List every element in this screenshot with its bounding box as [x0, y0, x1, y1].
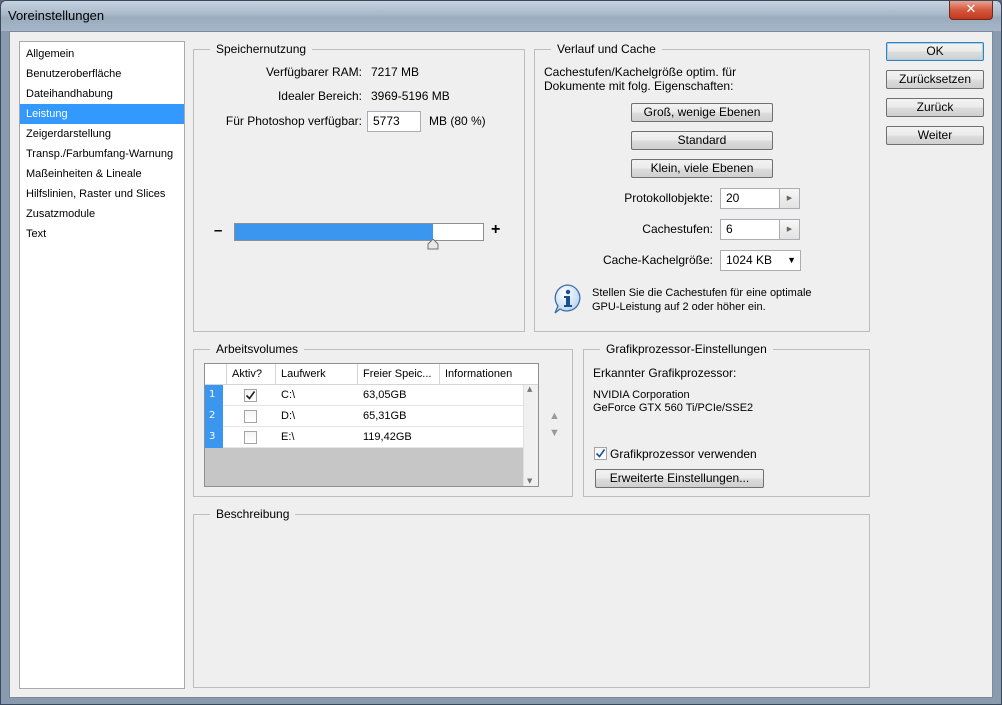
row-number: 1 — [205, 385, 223, 406]
tile-size-label: Cache-Kachelgröße: — [602, 253, 713, 267]
header-index — [205, 364, 227, 385]
close-icon: ✕ — [965, 2, 977, 17]
table-row[interactable]: 1 C:\ 63,05GB — [205, 385, 523, 406]
drive-cell: C:\ — [281, 389, 296, 401]
info-icon — [554, 284, 581, 314]
available-ram-value: 7217 MB — [371, 65, 420, 79]
nav-item-zusatzmodule[interactable]: Zusatzmodule — [20, 204, 184, 224]
free-space-cell: 63,05GB — [363, 389, 407, 401]
ideal-range-label: Idealer Bereich: — [277, 89, 362, 103]
increase-memory-icon[interactable]: + — [491, 221, 500, 239]
nav-item-leistung[interactable]: Leistung — [20, 104, 184, 124]
memory-slider-thumb[interactable] — [427, 239, 439, 250]
gpu-settings-group: Grafikprozessor-Einstellungen Erkannter … — [583, 342, 870, 497]
description-title: Beschreibung — [210, 507, 296, 521]
ideal-range-value: 3969-5196 MB — [371, 89, 450, 103]
drive-cell: E:\ — [281, 431, 295, 443]
cache-description-line1: Cachestufen/Kachelgröße optim. für — [544, 65, 737, 79]
drive-cell: D:\ — [281, 410, 296, 422]
nav-item-benutzeroberflaeche[interactable]: Benutzeroberfläche — [20, 64, 184, 84]
dialog-client-area: Allgemein Benutzeroberfläche Dateihandha… — [9, 31, 993, 698]
title-bar[interactable]: Voreinstellungen ✕ — [1, 1, 1001, 31]
photoshop-memory-input[interactable]: 5773 — [367, 111, 421, 132]
small-many-layers-button[interactable]: Klein, viele Ebenen — [631, 159, 773, 178]
history-states-spinner[interactable]: ▶ — [780, 188, 800, 209]
dropdown-arrow-icon: ▼ — [787, 255, 796, 265]
gpu-info-line2: GPU-Leistung auf 2 oder höher ein. — [592, 301, 766, 313]
memory-slider-track[interactable] — [234, 223, 484, 241]
scratch-disks-group: Arbeitsvolumes Aktiv? Laufwerk Freier Sp… — [193, 342, 573, 497]
chevron-right-icon: ▶ — [786, 225, 793, 233]
row-number: 3 — [205, 427, 223, 448]
use-gpu-checkbox[interactable] — [594, 447, 607, 460]
category-list: Allgemein Benutzeroberfläche Dateihandha… — [19, 41, 185, 689]
nav-item-dateihandhabung[interactable]: Dateihandhabung — [20, 84, 184, 104]
row-number: 2 — [205, 406, 223, 427]
preferences-window: Voreinstellungen ✕ Allgemein Benutzerobe… — [0, 0, 1002, 705]
chevron-right-icon: ▶ — [786, 194, 793, 202]
tile-size-select[interactable]: 1024 KB ▼ — [720, 250, 801, 271]
nav-item-text[interactable]: Text — [20, 224, 184, 244]
cache-description-line2: Dokumente mit folg. Eigenschaften: — [544, 79, 734, 93]
table-header: Aktiv? Laufwerk Freier Speic... Informat… — [205, 364, 538, 385]
active-checkbox[interactable] — [244, 431, 257, 444]
available-ram-label: Verfügbarer RAM: — [265, 65, 362, 79]
default-cache-button[interactable]: Standard — [631, 131, 773, 150]
scroll-up-icon[interactable]: ▲ — [527, 385, 532, 393]
header-information[interactable]: Informationen — [440, 364, 538, 385]
cache-levels-label: Cachestufen: — [642, 222, 713, 236]
cache-levels-spinner[interactable]: ▶ — [780, 219, 800, 240]
header-free-space[interactable]: Freier Speic... — [358, 364, 440, 385]
checkmark-icon — [595, 449, 606, 458]
header-drive[interactable]: Laufwerk — [276, 364, 358, 385]
gpu-vendor: NVIDIA Corporation — [593, 389, 690, 401]
history-states-label: Protokollobjekte: — [624, 191, 713, 205]
nav-item-transparenz[interactable]: Transp./Farbumfang-Warnung — [20, 144, 184, 164]
nav-item-allgemein[interactable]: Allgemein — [20, 44, 184, 64]
nav-item-hilfslinien[interactable]: Hilfslinien, Raster und Slices — [20, 184, 184, 204]
free-space-cell: 65,31GB — [363, 410, 407, 422]
move-down-icon[interactable]: ▼ — [549, 427, 560, 439]
reset-button[interactable]: Zurücksetzen — [886, 70, 984, 89]
decrease-memory-icon[interactable]: – — [214, 222, 222, 239]
scroll-down-icon[interactable]: ▼ — [527, 477, 532, 485]
close-button[interactable]: ✕ — [949, 1, 993, 20]
scratch-disks-title: Arbeitsvolumes — [210, 342, 305, 356]
gpu-info-line1: Stellen Sie die Cachestufen für eine opt… — [592, 287, 812, 299]
active-checkbox[interactable] — [244, 389, 257, 402]
back-button[interactable]: Zurück — [886, 98, 984, 117]
memory-usage-group: Speichernutzung Verfügbarer RAM: 7217 MB… — [193, 42, 525, 332]
checkmark-icon — [245, 391, 256, 400]
use-gpu-label[interactable]: Grafikprozessor verwenden — [610, 447, 757, 461]
table-row[interactable]: 2 D:\ 65,31GB — [205, 406, 523, 427]
history-cache-title: Verlauf und Cache — [551, 42, 662, 56]
scratch-disks-table: Aktiv? Laufwerk Freier Speic... Informat… — [204, 363, 539, 487]
header-active[interactable]: Aktiv? — [227, 364, 276, 385]
tile-size-value: 1024 KB — [726, 253, 773, 267]
table-scrollbar[interactable]: ▲ ▼ — [523, 385, 538, 486]
table-row[interactable]: 3 E:\ 119,42GB — [205, 427, 523, 448]
cache-levels-input[interactable]: 6 — [720, 219, 780, 240]
active-checkbox[interactable] — [244, 410, 257, 423]
nav-item-zeigerdarstellung[interactable]: Zeigerdarstellung — [20, 124, 184, 144]
detected-gpu-label: Erkannter Grafikprozessor: — [593, 366, 737, 380]
history-states-input[interactable]: 20 — [720, 188, 780, 209]
gpu-model: GeForce GTX 560 Ti/PCIe/SSE2 — [593, 402, 754, 414]
memory-slider-fill — [235, 224, 433, 240]
large-few-layers-button[interactable]: Groß, wenige Ebenen — [631, 103, 773, 122]
move-up-icon[interactable]: ▲ — [549, 410, 560, 422]
nav-item-masseinheiten[interactable]: Maßeinheiten & Lineale — [20, 164, 184, 184]
photoshop-memory-unit: MB (80 %) — [429, 114, 486, 128]
window-title: Voreinstellungen — [8, 8, 105, 23]
description-group: Beschreibung — [193, 507, 870, 688]
history-cache-group: Verlauf und Cache Cachestufen/Kachelgröß… — [534, 42, 870, 332]
memory-usage-title: Speichernutzung — [210, 42, 313, 56]
free-space-cell: 119,42GB — [363, 431, 412, 443]
photoshop-memory-label: Für Photoshop verfügbar: — [225, 114, 362, 128]
ok-button[interactable]: OK — [886, 42, 984, 61]
advanced-settings-button[interactable]: Erweiterte Einstellungen... — [595, 469, 764, 488]
next-button[interactable]: Weiter — [886, 126, 984, 145]
gpu-settings-title: Grafikprozessor-Einstellungen — [600, 342, 773, 356]
